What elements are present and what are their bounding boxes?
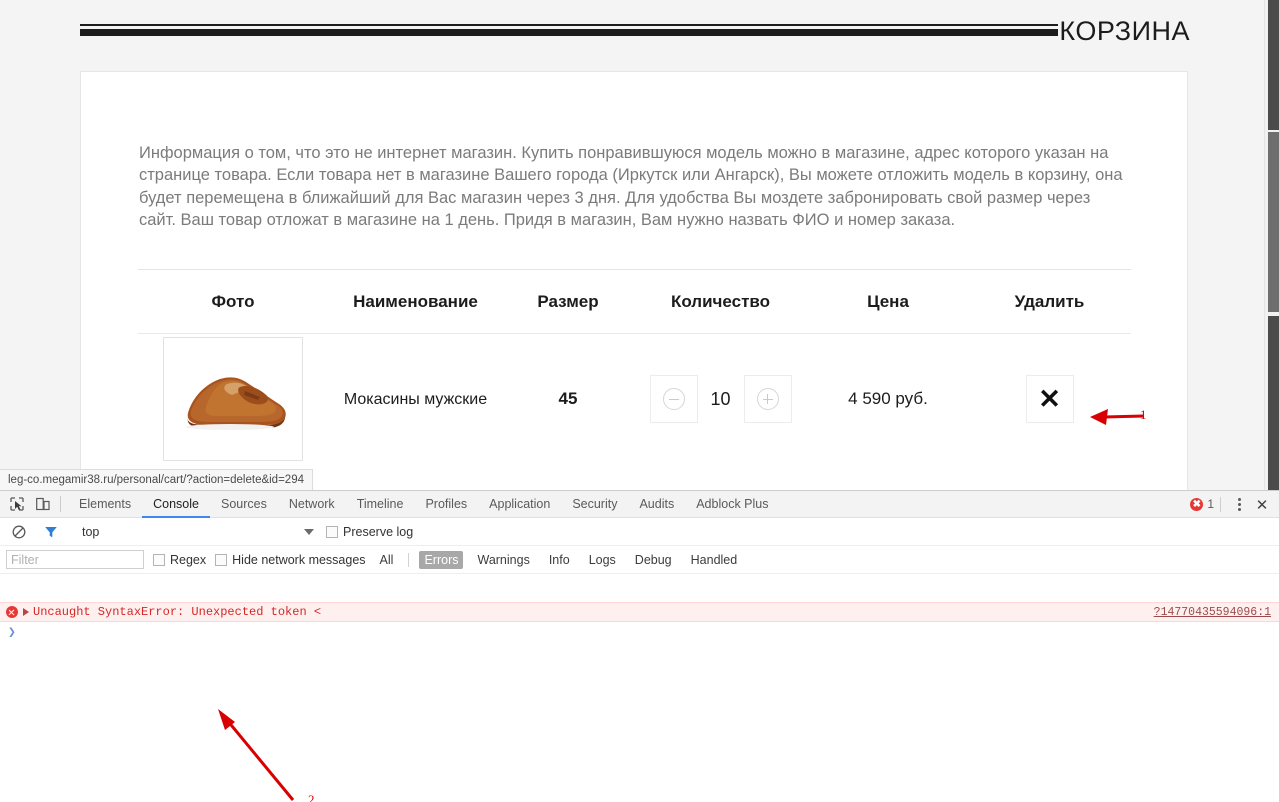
level-filter-handled[interactable]: Handled bbox=[686, 551, 743, 569]
column-header-name: Наименование bbox=[353, 292, 478, 311]
close-icon: ✕ bbox=[1038, 383, 1061, 414]
cell-size: 45 bbox=[503, 334, 633, 464]
regex-checkbox[interactable] bbox=[153, 553, 165, 566]
annotation-label-1: 1 bbox=[1140, 407, 1147, 422]
product-photo-thumbnail[interactable] bbox=[163, 337, 303, 461]
column-header-price: Цена bbox=[867, 292, 909, 311]
column-header-photo: Фото bbox=[211, 292, 255, 311]
cell-price: 4 590 руб. bbox=[808, 334, 968, 464]
tab-sources[interactable]: Sources bbox=[210, 491, 278, 518]
column-header-size: Размер bbox=[537, 292, 599, 311]
devtools-panel: Elements Console Sources Network Timelin… bbox=[0, 490, 1279, 802]
preserve-log-label: Preserve log bbox=[343, 524, 414, 539]
cell-delete: ✕ bbox=[968, 334, 1131, 464]
level-divider bbox=[408, 552, 410, 567]
devtools-tab-strip: Elements Console Sources Network Timelin… bbox=[68, 491, 779, 518]
cart-content-card: Информация о том, что это не интернет ма… bbox=[80, 71, 1188, 490]
filter-input[interactable] bbox=[6, 550, 144, 569]
error-count-badge[interactable]: ✖ 1 bbox=[1190, 497, 1221, 512]
column-header-quantity: Количество bbox=[670, 292, 771, 311]
console-message-text: Uncaught SyntaxError: Unexpected token < bbox=[33, 605, 322, 619]
header-rule-thick bbox=[80, 29, 1058, 36]
device-toolbar-icon[interactable] bbox=[30, 492, 56, 516]
tab-console[interactable]: Console bbox=[142, 491, 210, 518]
cart-table-header-row: Фото Наименование Размер Количество Цена… bbox=[138, 269, 1131, 334]
shoe-icon bbox=[172, 351, 294, 447]
prompt-caret-icon: ❯ bbox=[8, 624, 16, 640]
level-filter-debug[interactable]: Debug bbox=[630, 551, 677, 569]
regex-toggle[interactable]: Regex bbox=[153, 553, 206, 567]
quantity-value[interactable]: 10 bbox=[698, 389, 744, 410]
inspect-element-icon[interactable] bbox=[4, 492, 30, 516]
console-prompt-row[interactable]: ❯ bbox=[0, 622, 1279, 642]
tab-application[interactable]: Application bbox=[478, 491, 561, 518]
tab-timeline[interactable]: Timeline bbox=[346, 491, 415, 518]
expand-triangle-icon[interactable] bbox=[23, 608, 29, 616]
cart-table: Фото Наименование Размер Количество Цена… bbox=[138, 269, 1131, 464]
more-options-icon[interactable] bbox=[1229, 495, 1249, 515]
level-filter-warnings[interactable]: Warnings bbox=[472, 551, 534, 569]
annotation-arrow-2 bbox=[205, 702, 335, 802]
status-bar-url: leg-co.megamir38.ru/personal/cart/?actio… bbox=[0, 469, 313, 490]
product-price: 4 590 руб. bbox=[848, 389, 928, 408]
hide-network-label: Hide network messages bbox=[232, 552, 366, 567]
preserve-log-toggle[interactable]: Preserve log bbox=[326, 525, 413, 539]
error-icon bbox=[6, 606, 18, 618]
hide-network-toggle[interactable]: Hide network messages bbox=[215, 552, 366, 567]
tab-audits[interactable]: Audits bbox=[628, 491, 685, 518]
page-scrollbar-thumb-top[interactable] bbox=[1268, 0, 1279, 130]
error-count-value: 1 bbox=[1207, 497, 1214, 511]
page-scrollbar-thumb-bottom[interactable] bbox=[1268, 316, 1279, 490]
annotation-label-2: 2 bbox=[308, 792, 315, 802]
chevron-down-icon bbox=[304, 528, 314, 535]
console-message-list: Uncaught SyntaxError: Unexpected token <… bbox=[0, 602, 1279, 802]
tab-elements[interactable]: Elements bbox=[68, 491, 142, 518]
product-size: 45 bbox=[558, 389, 578, 408]
quantity-stepper: 10 bbox=[649, 375, 792, 423]
tab-adblock-plus[interactable]: Adblock Plus bbox=[685, 491, 779, 518]
console-message-source-link[interactable]: ?14770435594096:1 bbox=[1154, 606, 1271, 619]
console-filter-bar: Regex Hide network messages All Errors W… bbox=[0, 546, 1279, 574]
filter-funnel-icon[interactable] bbox=[38, 520, 64, 544]
level-filter-info[interactable]: Info bbox=[544, 551, 575, 569]
quantity-decrement-button[interactable] bbox=[649, 375, 698, 423]
quantity-increment-button[interactable] bbox=[743, 375, 792, 423]
console-message-error[interactable]: Uncaught SyntaxError: Unexpected token <… bbox=[0, 602, 1279, 622]
close-devtools-icon[interactable]: ✕ bbox=[1251, 494, 1273, 516]
cell-quantity: 10 bbox=[633, 334, 808, 464]
tab-security[interactable]: Security bbox=[561, 491, 628, 518]
level-filter-errors[interactable]: Errors bbox=[419, 550, 464, 569]
cell-product-name: Мокасины мужские bbox=[328, 334, 503, 464]
hide-network-checkbox[interactable] bbox=[215, 553, 228, 566]
toolbar-divider bbox=[60, 496, 61, 512]
execution-context-value: top bbox=[82, 524, 100, 539]
column-header-delete: Удалить bbox=[1014, 292, 1085, 311]
execution-context-select[interactable]: top bbox=[70, 525, 320, 539]
product-name: Мокасины мужские bbox=[343, 390, 488, 408]
cart-intro-text: Информация о том, что это не интернет ма… bbox=[139, 144, 1123, 230]
table-row: Мокасины мужские 45 10 4 590 руб. ✕ bbox=[138, 334, 1131, 464]
preserve-log-checkbox[interactable] bbox=[326, 525, 338, 538]
browser-page-viewport: КОРЗИНА Информация о том, что это не инт… bbox=[0, 0, 1279, 490]
delete-item-button[interactable]: ✕ bbox=[1025, 375, 1074, 423]
page-scrollbar[interactable] bbox=[1264, 0, 1279, 490]
console-context-bar: top Preserve log bbox=[0, 518, 1279, 546]
minus-circle-icon bbox=[662, 388, 685, 410]
tab-profiles[interactable]: Profiles bbox=[414, 491, 478, 518]
error-icon: ✖ bbox=[1190, 498, 1204, 511]
header-rule bbox=[80, 24, 1058, 36]
page-title: КОРЗИНА bbox=[1059, 16, 1190, 46]
clear-console-icon[interactable] bbox=[6, 520, 32, 544]
tab-network[interactable]: Network bbox=[278, 491, 346, 518]
level-filter-all[interactable]: All bbox=[375, 551, 399, 569]
devtools-toolbar: Elements Console Sources Network Timelin… bbox=[0, 491, 1279, 518]
regex-label: Regex bbox=[170, 552, 207, 567]
page-header: КОРЗИНА bbox=[80, 14, 1190, 54]
devtools-toolbar-right: ✖ 1 ✕ bbox=[1190, 491, 1273, 518]
cell-photo bbox=[138, 334, 328, 464]
plus-circle-icon bbox=[756, 388, 779, 410]
page-scrollbar-thumb-mid[interactable] bbox=[1268, 132, 1279, 312]
level-filter-logs[interactable]: Logs bbox=[584, 551, 621, 569]
